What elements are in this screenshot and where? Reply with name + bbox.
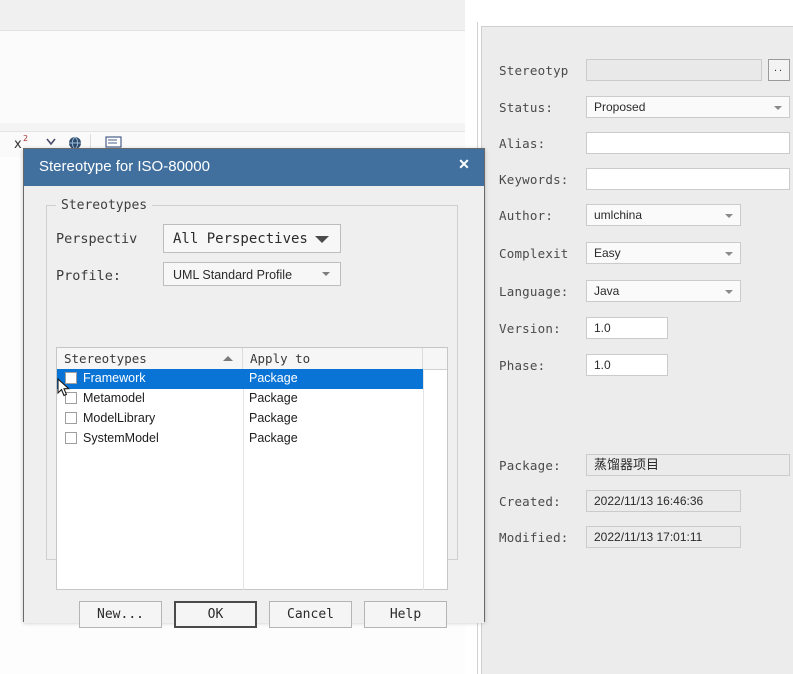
svg-text:x: x: [14, 137, 22, 150]
status-combo[interactable]: Proposed: [586, 96, 790, 118]
dialog-title-bar[interactable]: Stereotype for ISO-80000 ✕: [24, 149, 484, 186]
cancel-button[interactable]: Cancel: [269, 601, 352, 628]
row-stereotype-name: SystemModel: [83, 431, 159, 445]
table-row[interactable]: ModelLibrary Package: [57, 409, 447, 429]
row-checkbox[interactable]: [65, 372, 77, 384]
prop-row-package: Package: 蒸馏器项目: [482, 454, 793, 480]
dialog-body: Stereotypes Perspectiv All Perspectives …: [24, 186, 484, 628]
table-header-extra[interactable]: [423, 348, 447, 369]
prop-label-language: Language:: [499, 284, 569, 299]
profile-combo[interactable]: UML Standard Profile: [163, 262, 341, 286]
row-apply-to: Package: [249, 411, 298, 425]
stereotypes-table[interactable]: Stereotypes Apply to Framework Package M…: [56, 347, 448, 590]
prop-label-package: Package:: [499, 458, 561, 473]
prop-label-complexity: Complexit: [499, 246, 569, 261]
phase-input[interactable]: 1.0: [586, 354, 668, 376]
version-input[interactable]: 1.0: [586, 317, 668, 339]
prop-label-alias: Alias:: [499, 136, 546, 151]
prop-label-phase: Phase:: [499, 358, 546, 373]
table-header-stereotypes[interactable]: Stereotypes: [57, 348, 243, 369]
prop-row-author: Author: umlchina: [482, 204, 793, 230]
stereotype-field[interactable]: [586, 59, 762, 81]
chevron-down-icon: [725, 252, 733, 256]
row-apply-to: Package: [249, 371, 298, 385]
prop-row-status: Status: Proposed: [482, 96, 793, 122]
language-combo[interactable]: Java: [586, 280, 741, 302]
chevron-down-icon: [725, 214, 733, 218]
dialog-button-bar: New... OK Cancel Help: [24, 601, 486, 628]
prop-label-modified: Modified:: [499, 530, 569, 545]
author-combo[interactable]: umlchina: [586, 204, 741, 226]
ok-button[interactable]: OK: [174, 601, 257, 628]
prop-row-alias: Alias:: [482, 132, 793, 158]
table-row[interactable]: SystemModel Package: [57, 429, 447, 449]
row-checkbox[interactable]: [65, 412, 77, 424]
prop-label-author: Author:: [499, 208, 554, 223]
row-stereotype-name: ModelLibrary: [83, 411, 156, 425]
prop-row-version: Version: 1.0: [482, 317, 793, 343]
perspective-label: Perspectiv: [56, 231, 138, 247]
row-stereotype-name: Framework: [83, 371, 146, 385]
author-combo-value: umlchina: [594, 208, 643, 222]
app-top-strip: [0, 0, 478, 30]
prop-label-keywords: Keywords:: [499, 172, 569, 187]
row-apply-to: Package: [249, 391, 298, 405]
chevron-down-icon: [774, 106, 782, 110]
app-panel-gap: [0, 123, 478, 131]
chevron-down-icon: [322, 272, 330, 276]
perspective-combo-value: All Perspectives: [173, 231, 308, 247]
stereotype-browse-button[interactable]: ..: [768, 59, 790, 81]
prop-row-phase: Phase: 1.0: [482, 354, 793, 380]
properties-panel: Stereotyp .. Status: Proposed Alias: Key…: [481, 26, 793, 674]
prop-label-created: Created:: [499, 494, 561, 509]
package-field: 蒸馏器项目: [586, 454, 790, 476]
chevron-down-icon: [725, 290, 733, 294]
new-button[interactable]: New...: [79, 601, 162, 628]
table-header-apply-to[interactable]: Apply to: [243, 348, 423, 369]
prop-label-status: Status:: [499, 100, 554, 115]
chevron-down-icon: [315, 236, 329, 243]
dialog-title: Stereotype for ISO-80000: [39, 158, 210, 175]
table-header-row: Stereotypes Apply to: [57, 348, 447, 370]
prop-label-stereotype: Stereotyp: [499, 63, 569, 78]
svg-text:2: 2: [23, 134, 28, 143]
groupbox-legend: Stereotypes: [56, 198, 153, 213]
language-combo-value: Java: [594, 284, 620, 298]
prop-row-created: Created: 2022/11/13 16:46:36: [482, 490, 793, 516]
complexity-combo-value: Easy: [594, 246, 621, 260]
stereotype-dialog: Stereotype for ISO-80000 ✕ Stereotypes P…: [23, 148, 485, 628]
prop-label-version: Version:: [499, 321, 561, 336]
help-button[interactable]: Help: [364, 601, 447, 628]
row-apply-to: Package: [249, 431, 298, 445]
row-stereotype-name: Metamodel: [83, 391, 145, 405]
app-upper-white-panel: [0, 30, 467, 124]
created-field: 2022/11/13 16:46:36: [586, 490, 741, 512]
table-row[interactable]: Metamodel Package: [57, 389, 447, 409]
table-row[interactable]: Framework Package: [57, 369, 423, 389]
profile-label: Profile:: [56, 268, 122, 284]
keywords-input[interactable]: [586, 168, 790, 190]
prop-row-complexity: Complexit Easy: [482, 242, 793, 268]
prop-row-modified: Modified: 2022/11/13 17:01:11: [482, 526, 793, 552]
prop-row-language: Language: Java: [482, 280, 793, 306]
sort-ascending-icon: [223, 356, 233, 361]
complexity-combo[interactable]: Easy: [586, 242, 741, 264]
screen-root: x 2 Stereotyp .. Status: Proposed Alias:…: [0, 0, 793, 674]
prop-row-stereotype: Stereotyp ..: [482, 59, 793, 85]
status-combo-value: Proposed: [594, 100, 646, 114]
close-icon[interactable]: ✕: [455, 155, 473, 173]
row-checkbox[interactable]: [65, 392, 77, 404]
perspective-combo[interactable]: All Perspectives: [163, 224, 341, 253]
prop-row-keywords: Keywords:: [482, 168, 793, 194]
modified-field: 2022/11/13 17:01:11: [586, 526, 741, 548]
alias-input[interactable]: [586, 132, 790, 154]
profile-combo-value: UML Standard Profile: [173, 268, 293, 282]
row-checkbox[interactable]: [65, 432, 77, 444]
